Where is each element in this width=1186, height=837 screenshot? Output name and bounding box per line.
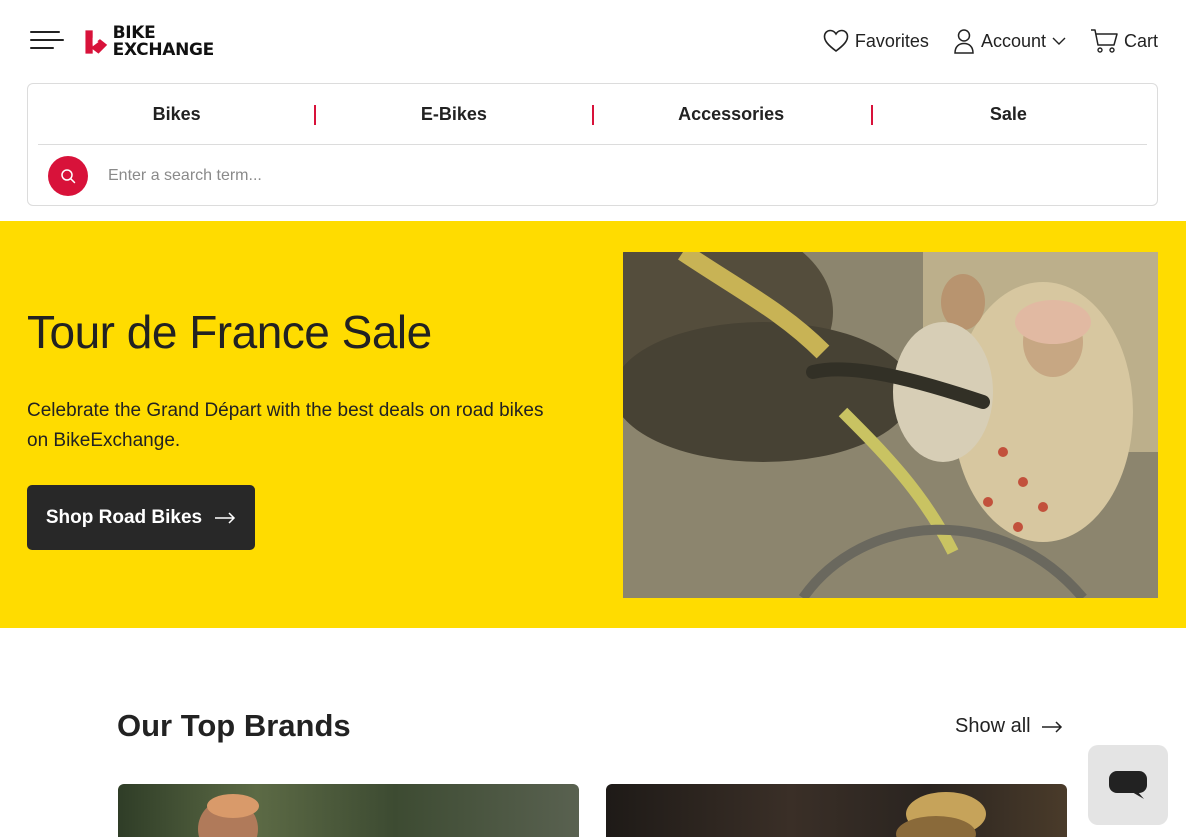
site-header: BIKE EXCHANGE Favorites Account Cart xyxy=(0,0,1186,82)
nav-item-sale[interactable]: Sale xyxy=(870,84,1147,144)
account-link[interactable]: Account xyxy=(953,28,1066,54)
nav-item-bikes[interactable]: Bikes xyxy=(38,84,315,144)
logo-line-2: EXCHANGE xyxy=(112,40,215,60)
navigation-panel: Bikes E-Bikes Accessories Sale xyxy=(27,83,1158,206)
shop-road-bikes-label: Shop Road Bikes xyxy=(45,506,203,528)
bikeexchange-logo[interactable]: BIKE EXCHANGE xyxy=(84,22,214,62)
cart-label: Cart xyxy=(1123,30,1158,51)
chat-button[interactable] xyxy=(1088,745,1168,825)
nav-divider xyxy=(314,105,316,125)
search-button[interactable] xyxy=(48,155,88,196)
account-label: Account xyxy=(980,30,1046,51)
hero-subtitle: Celebrate the Grand Départ with the best… xyxy=(27,400,544,451)
favorites-label: Favorites xyxy=(854,30,929,51)
logo-wordmark: BIKE EXCHANGE xyxy=(112,25,215,60)
hero-banner: Tour de France Sale Celebrate the Grand … xyxy=(0,221,1186,628)
user-icon xyxy=(954,29,974,54)
category-nav: Bikes E-Bikes Accessories Sale xyxy=(38,84,1147,145)
nav-item-accessories[interactable]: Accessories xyxy=(593,84,870,144)
brand-card[interactable] xyxy=(118,784,579,837)
search-bar xyxy=(38,145,1147,206)
cart-link[interactable]: Cart xyxy=(1090,28,1158,54)
cart-icon xyxy=(1090,29,1118,53)
favorites-link[interactable]: Favorites xyxy=(823,29,929,53)
hamburger-menu-icon[interactable] xyxy=(30,27,64,53)
hero-title: Tour de France Sale xyxy=(27,306,432,358)
nav-divider xyxy=(871,105,873,125)
nav-divider xyxy=(592,105,594,125)
nav-item-e-bikes[interactable]: E-Bikes xyxy=(315,84,592,144)
brand-card-photo xyxy=(896,792,986,837)
arrow-right-icon xyxy=(1041,720,1062,733)
arrow-right-icon xyxy=(215,511,236,524)
top-brands-title: Our Top Brands xyxy=(117,708,351,743)
shop-road-bikes-button[interactable]: Shop Road Bikes xyxy=(27,485,255,550)
show-all-link[interactable]: Show all xyxy=(955,715,1063,738)
chat-icon xyxy=(1109,771,1147,799)
chevron-down-icon xyxy=(1052,37,1066,45)
logo-mark-icon xyxy=(85,30,108,54)
heart-icon xyxy=(823,29,849,53)
brand-card[interactable] xyxy=(606,784,1067,837)
search-input[interactable] xyxy=(108,166,1008,185)
search-icon xyxy=(61,168,76,183)
cyclists-photo-illustration xyxy=(623,252,1158,598)
show-all-label: Show all xyxy=(955,715,1031,737)
brand-card-photo xyxy=(198,794,259,837)
hero-cyclists-photo xyxy=(623,252,1158,598)
top-navigation: Favorites Account Cart xyxy=(823,24,1158,58)
